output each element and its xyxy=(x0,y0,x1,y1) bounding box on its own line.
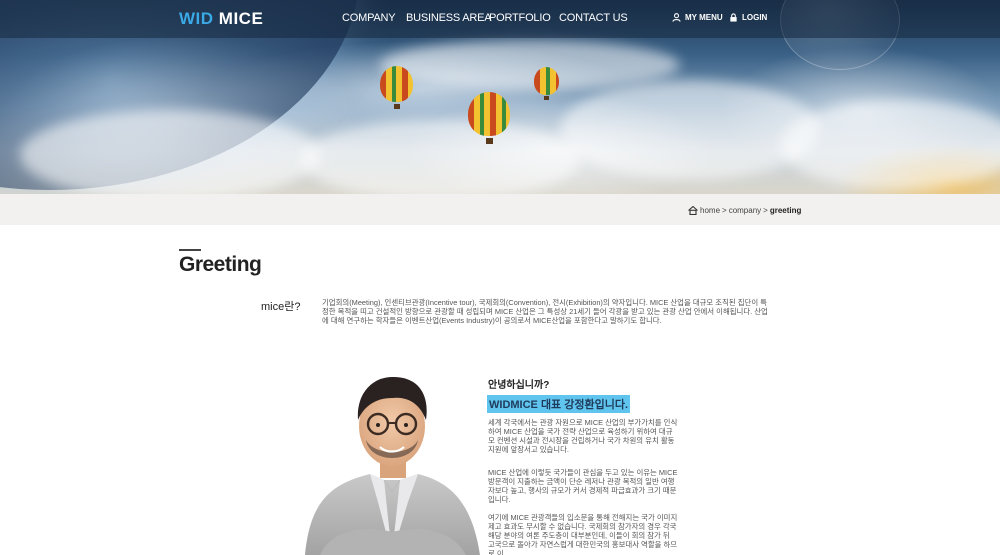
hot-air-balloon-image xyxy=(380,66,413,102)
top-navigation-bar: WID MICE COMPANY BUSINESS AREA PORTFOLIO… xyxy=(0,0,1000,38)
breadcrumb: home > company > greeting xyxy=(688,206,801,215)
nav-contact-us[interactable]: CONTACT US xyxy=(559,12,628,24)
mice-definition-label: mice란? xyxy=(261,301,301,313)
breadcrumb-bar xyxy=(0,194,1000,225)
hot-air-balloon-image xyxy=(468,92,510,136)
greeting-paragraph-2: MICE 산업에 이렇듯 국가들이 관심을 두고 있는 이유는 MICE 방문객… xyxy=(488,468,678,504)
title-accent-line xyxy=(179,249,201,251)
breadcrumb-company[interactable]: company xyxy=(729,206,761,215)
greeting-paragraph-3: 여기에 MICE 관광객들의 입소문을 통해 전해지는 국가 이미지 제고 효과… xyxy=(488,513,678,555)
login-link[interactable]: LOGIN xyxy=(729,13,767,22)
nav-portfolio[interactable]: PORTFOLIO xyxy=(489,12,551,24)
balloon-basket xyxy=(394,104,400,109)
logo-part-wid: WID xyxy=(179,9,214,28)
ceo-introduction: WIDMICE 대표 강정환입니다. xyxy=(487,395,631,413)
my-menu-link[interactable]: MY MENU xyxy=(672,13,723,22)
cloud xyxy=(300,120,580,194)
greeting-paragraph-1: 세계 각국에서는 관광 자원으로 MICE 산업의 부가가치를 인식하여 MIC… xyxy=(488,418,678,454)
hot-air-balloon-image xyxy=(534,67,559,95)
greeting-hello: 안녕하십니까? xyxy=(488,380,550,391)
cloud xyxy=(20,110,320,194)
login-label: LOGIN xyxy=(742,13,768,22)
mice-definition-text: 기업회의(Meeting), 인센티브관광(Incentive tour), 국… xyxy=(322,298,768,325)
ceo-portrait-image xyxy=(305,376,480,555)
site-logo[interactable]: WID MICE xyxy=(179,9,263,29)
page-title: Greeting xyxy=(179,253,262,276)
breadcrumb-separator: > xyxy=(763,206,768,215)
cloud xyxy=(380,40,680,90)
user-icon xyxy=(672,13,681,22)
lock-icon xyxy=(730,13,737,22)
logo-part-mice: MICE xyxy=(218,9,264,28)
breadcrumb-separator: > xyxy=(722,206,727,215)
nav-business-area[interactable]: BUSINESS AREA xyxy=(406,12,492,24)
balloon-basket xyxy=(544,96,549,100)
nav-company[interactable]: COMPANY xyxy=(342,12,396,24)
breadcrumb-current: greeting xyxy=(769,206,802,215)
my-menu-label: MY MENU xyxy=(685,13,723,22)
home-icon[interactable] xyxy=(688,206,698,215)
balloon-basket xyxy=(486,138,493,144)
cloud xyxy=(780,100,1000,190)
breadcrumb-home[interactable]: home xyxy=(700,206,720,215)
cloud xyxy=(560,80,820,180)
page-root: WID MICE COMPANY BUSINESS AREA PORTFOLIO… xyxy=(0,0,1000,555)
